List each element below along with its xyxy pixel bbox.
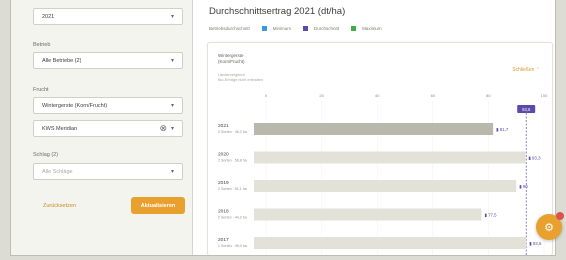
category-label: 2020 bbox=[218, 152, 229, 158]
bar bbox=[254, 237, 527, 249]
app-frame: 2021 ▾ Betrieb Alle Betriebe (2) ▾ Fruch… bbox=[10, 0, 556, 256]
year-select-value: 2021 bbox=[42, 13, 55, 20]
chevron-down-icon: ▾ bbox=[170, 58, 174, 64]
category-label: 2018 bbox=[218, 209, 229, 215]
legend-swatch-max bbox=[351, 26, 357, 31]
farm-select-value: Alle Betriebe (2) bbox=[42, 57, 82, 64]
bar-value-label: ▮ 93,3 bbox=[528, 156, 541, 161]
field-select[interactable]: Alle Schläge ▾ bbox=[33, 163, 183, 180]
bar bbox=[254, 151, 526, 164]
crop-label: Frucht bbox=[33, 87, 49, 93]
category-label: 2021 bbox=[218, 123, 229, 129]
chevron-down-icon: ▾ bbox=[170, 169, 174, 175]
x-tick-label: 80 bbox=[486, 93, 491, 98]
bar bbox=[254, 180, 517, 192]
bar-value-label: ▮ 90 bbox=[519, 184, 528, 189]
clear-icon[interactable]: ⊗ bbox=[159, 124, 167, 133]
bar-value-label: ▮ 81,7 bbox=[496, 127, 509, 132]
legend: Betriebsdurchschnitt Minimum Durchschnit… bbox=[209, 26, 382, 31]
bar-value-label: ▮ 93,6 bbox=[529, 241, 542, 246]
main-panel: Durchschnittsertrag 2021 (dt/ha) Betrieb… bbox=[193, 0, 555, 255]
year-select[interactable]: 2021 ▾ bbox=[33, 8, 183, 25]
chevron-down-icon: ▾ bbox=[170, 126, 174, 132]
chevron-down-icon: ▾ bbox=[170, 14, 174, 20]
legend-label-max[interactable]: Maximum bbox=[362, 26, 382, 31]
chart-card: Wintergerste (Korn/Frucht) Länderverglei… bbox=[207, 42, 553, 255]
field-label: Schlag (2) bbox=[33, 152, 59, 158]
legend-swatch-avg bbox=[303, 26, 309, 31]
filter-sidebar: 2021 ▾ Betrieb Alle Betriebe (2) ▾ Fruch… bbox=[11, 0, 193, 255]
reference-label: 93,6 bbox=[522, 107, 531, 112]
variety-select-value: KWS Meridian bbox=[42, 125, 78, 132]
chevron-down-icon: ▾ bbox=[170, 103, 174, 109]
bar bbox=[254, 123, 494, 135]
farm-select[interactable]: Alle Betriebe (2) ▾ bbox=[33, 52, 183, 69]
crop-select-value: Wintergerste (Korn/Frucht) bbox=[42, 102, 108, 109]
bar-value-label: ▮ 77,5 bbox=[484, 213, 497, 218]
category-label: 2019 bbox=[218, 180, 229, 186]
crop-select[interactable]: Wintergerste (Korn/Frucht) ▾ bbox=[33, 97, 183, 114]
x-tick-label: 40 bbox=[375, 93, 380, 98]
tractor-icon: ⚙ bbox=[544, 221, 554, 234]
field-select-placeholder: Alle Schläge bbox=[42, 168, 73, 175]
x-tick-label: 60 bbox=[431, 93, 436, 98]
variety-select[interactable]: KWS Meridian ⊗ ▾ bbox=[33, 120, 183, 137]
x-tick-label: 100 bbox=[541, 93, 548, 98]
apply-button[interactable]: Aktualisieren bbox=[131, 197, 185, 214]
farm-label: Betrieb bbox=[33, 42, 51, 48]
yield-bar-chart: 0 20 40 60 80 100 93,6 20212 Sorten · 46,2 ha ▮ … bbox=[218, 93, 548, 255]
reset-button[interactable]: Zurücksetzen bbox=[33, 197, 97, 214]
bar bbox=[254, 208, 482, 221]
category-sublabel: 2 Sorten · 51,1 ha bbox=[218, 187, 247, 191]
page-title: Durchschnittsertrag 2021 (dt/ha) bbox=[209, 6, 346, 17]
legend-label-min[interactable]: Minimum bbox=[273, 26, 291, 31]
category-sublabel: 2 Sorten · 58,8 ha bbox=[218, 159, 247, 163]
legend-caption: Betriebsdurchschnitt bbox=[209, 26, 250, 31]
category-sublabel: 2 Sorten · 44,2 ha bbox=[218, 216, 247, 220]
category-sublabel: 2 Sorten · 49,0 ha bbox=[218, 244, 247, 248]
x-tick-label: 0 bbox=[265, 93, 268, 98]
legend-swatch-min bbox=[261, 26, 267, 31]
notification-badge-icon bbox=[556, 212, 564, 220]
category-label: 2017 bbox=[218, 237, 229, 243]
category-sublabel: 2 Sorten · 46,2 ha bbox=[218, 130, 247, 134]
legend-label-avg[interactable]: Durchschnitt bbox=[314, 26, 339, 31]
x-tick-label: 20 bbox=[319, 93, 324, 98]
